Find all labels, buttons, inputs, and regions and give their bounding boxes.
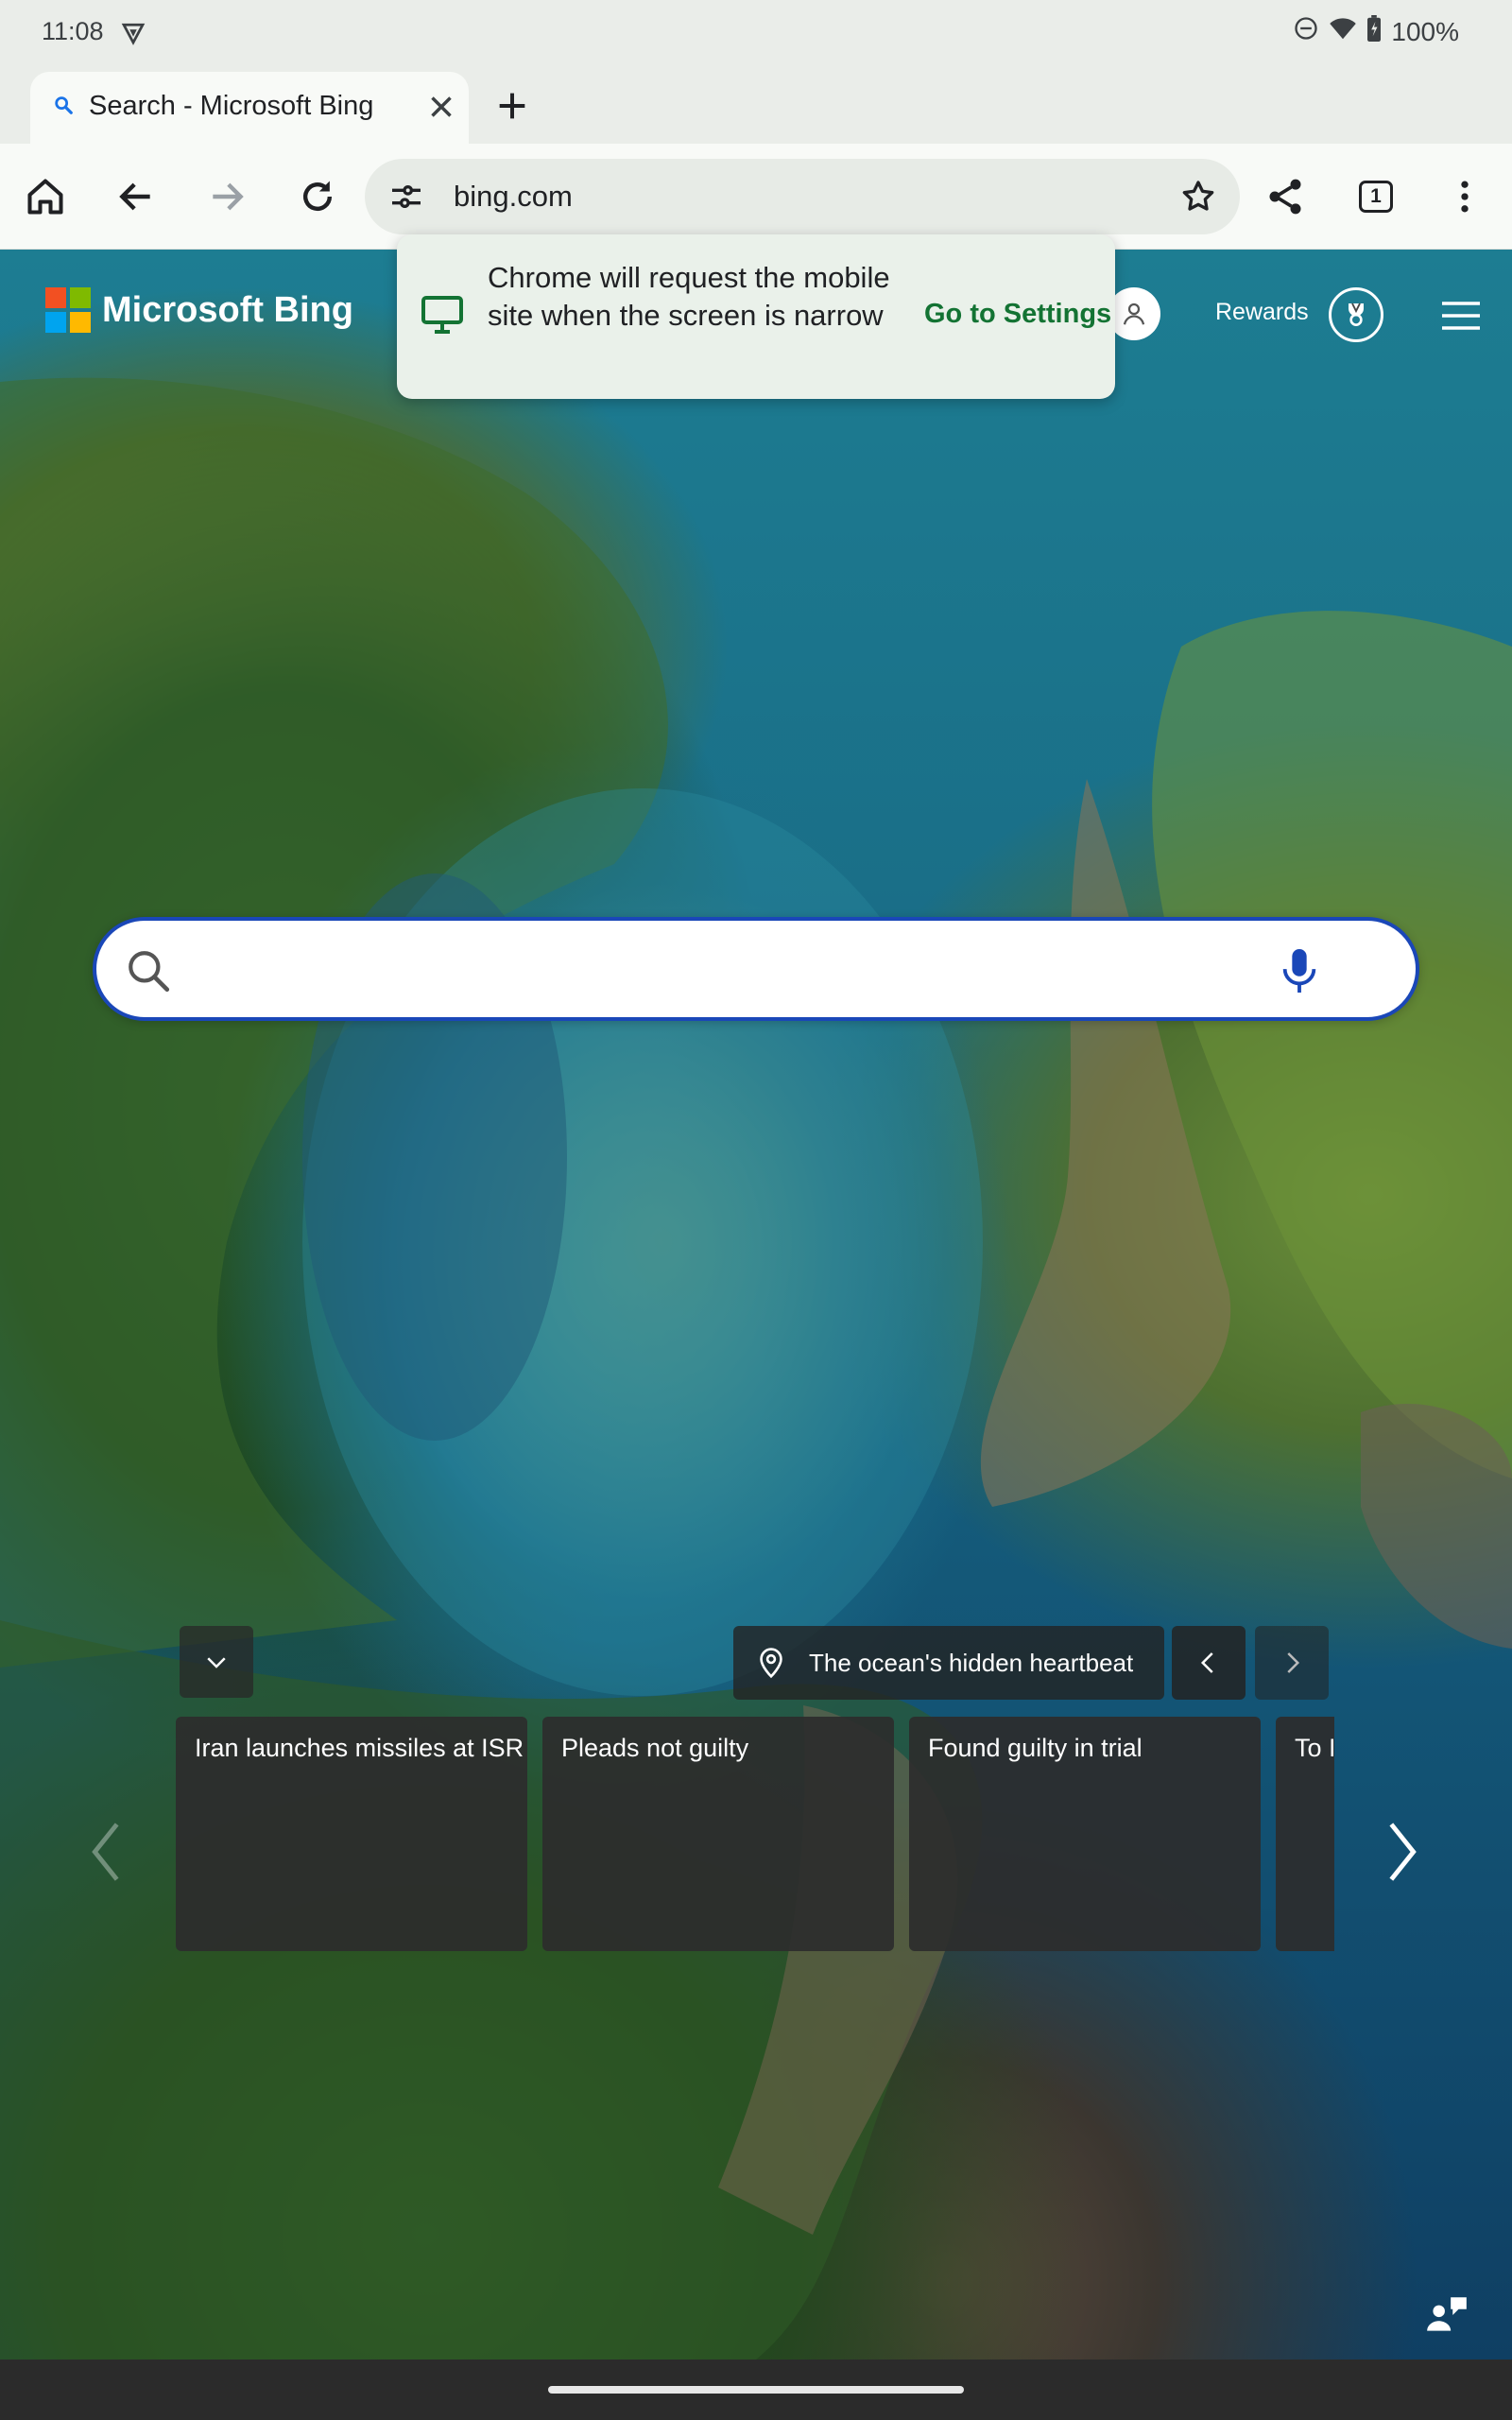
more-menu-icon[interactable] xyxy=(1442,174,1487,219)
news-card[interactable]: Iran launches missiles at ISR xyxy=(176,1717,527,1951)
share-icon[interactable] xyxy=(1263,174,1308,219)
bing-homepage: Microsoft Bing Rewards The ocean's hidde… xyxy=(0,250,1512,2360)
news-carousel: Iran launches missiles at ISR Pleads not… xyxy=(176,1717,1334,1951)
microsoft-logo-icon xyxy=(45,287,91,333)
bing-logo[interactable]: Microsoft Bing xyxy=(45,287,353,333)
news-next-arrow-icon[interactable] xyxy=(1383,1819,1421,1885)
location-pin-icon xyxy=(756,1647,786,1684)
news-card[interactable]: Found guilty in trial xyxy=(909,1717,1261,1951)
forward-icon[interactable] xyxy=(204,174,249,219)
news-card[interactable]: Pleads not guilty xyxy=(542,1717,894,1951)
image-caption: The ocean's hidden heartbeat xyxy=(809,1649,1134,1677)
feedback-icon[interactable] xyxy=(1423,2291,1470,2339)
bookmark-star-icon[interactable] xyxy=(1179,178,1217,220)
hamburger-menu-icon[interactable] xyxy=(1440,301,1482,331)
chevron-right-icon xyxy=(1287,1652,1300,1673)
reload-icon[interactable] xyxy=(295,174,340,219)
status-time: 11:08 xyxy=(42,17,104,45)
bing-favicon-icon xyxy=(53,95,74,120)
tab-strip: Search - Microsoft Bing xyxy=(0,68,1512,144)
search-box[interactable] xyxy=(93,917,1419,1021)
home-gesture-handle[interactable] xyxy=(548,2386,964,2394)
new-tab-icon[interactable] xyxy=(493,87,531,125)
back-icon[interactable] xyxy=(113,174,159,219)
tab-switcher-button[interactable]: 1 xyxy=(1353,174,1399,219)
microphone-icon[interactable] xyxy=(1278,945,1321,1001)
system-nav-bar xyxy=(0,2360,1512,2420)
vpn-icon xyxy=(119,19,147,52)
dnd-icon xyxy=(1293,15,1319,48)
mobile-site-popup: Chrome will request the mobile site when… xyxy=(397,234,1115,399)
battery-percent: 100% xyxy=(1391,16,1459,46)
battery-icon xyxy=(1366,15,1382,48)
rewards-label[interactable]: Rewards xyxy=(1215,299,1309,326)
next-image-button[interactable] xyxy=(1255,1626,1329,1700)
bing-brand-text: Microsoft Bing xyxy=(102,289,353,330)
browser-tab[interactable]: Search - Microsoft Bing xyxy=(30,72,469,144)
go-to-settings-button[interactable]: Go to Settings xyxy=(924,299,1111,330)
collapse-feed-button[interactable] xyxy=(180,1626,253,1698)
news-card[interactable]: To I xyxy=(1276,1717,1334,1951)
news-prev-arrow-icon[interactable] xyxy=(87,1819,125,1885)
popup-message: Chrome will request the mobile site when… xyxy=(488,261,890,332)
search-icon xyxy=(125,947,172,999)
rewards-trophy-icon[interactable] xyxy=(1329,287,1383,342)
home-icon[interactable] xyxy=(23,174,68,219)
site-settings-icon[interactable] xyxy=(387,178,425,220)
chevron-left-icon xyxy=(1200,1652,1213,1673)
url-text: bing.com xyxy=(454,180,573,213)
status-bar: 11:08 100% xyxy=(0,0,1512,68)
tab-count: 1 xyxy=(1359,181,1393,213)
news-card-title: Iran launches missiles at ISR xyxy=(195,1734,524,1762)
address-bar[interactable]: bing.com xyxy=(365,159,1240,234)
previous-image-button[interactable] xyxy=(1172,1626,1246,1700)
account-avatar-icon[interactable] xyxy=(1108,287,1160,340)
wifi-icon xyxy=(1329,15,1357,48)
tab-title: Search - Microsoft Bing xyxy=(89,91,374,121)
news-card-title: Pleads not guilty xyxy=(561,1734,749,1762)
search-input[interactable] xyxy=(191,940,1287,1000)
news-card-title: To I xyxy=(1295,1734,1334,1762)
image-info-button[interactable]: The ocean's hidden heartbeat xyxy=(733,1626,1164,1700)
chevron-down-icon xyxy=(207,1657,226,1668)
background-image xyxy=(0,377,1512,2360)
news-card-title: Found guilty in trial xyxy=(928,1734,1143,1762)
monitor-icon xyxy=(420,293,465,341)
close-tab-icon[interactable] xyxy=(423,89,459,125)
